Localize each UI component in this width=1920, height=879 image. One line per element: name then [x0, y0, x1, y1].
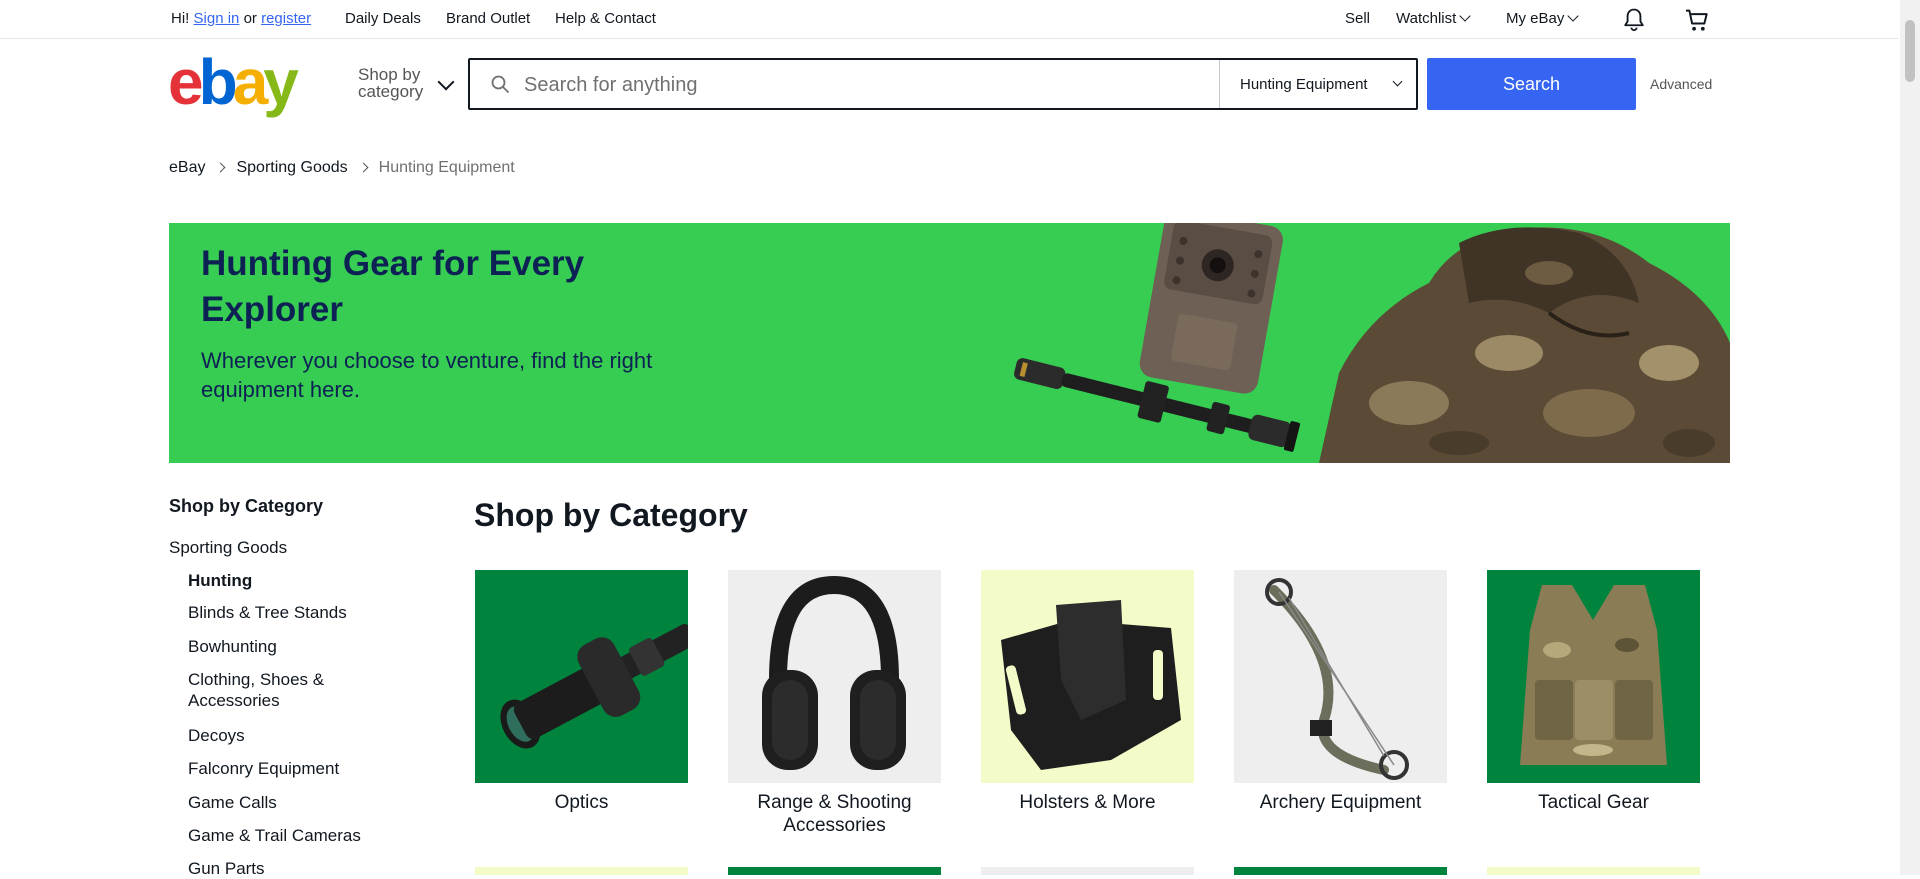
help-contact-link[interactable]: Help & Contact	[555, 10, 656, 27]
left-nav-item-gun-parts[interactable]: Gun Parts	[188, 858, 388, 879]
hero-image	[1014, 223, 1730, 463]
chevron-down-icon	[437, 73, 455, 91]
left-nav-item-blinds[interactable]: Blinds & Tree Stands	[188, 602, 388, 623]
chevron-right-icon	[358, 162, 369, 173]
tile-label: Range & Shooting Accessories	[757, 792, 912, 836]
left-nav-heading: Shop by Category	[169, 496, 324, 516]
compound-bow-icon	[1265, 578, 1409, 780]
search-input[interactable]	[522, 68, 1166, 102]
sell-link[interactable]: Sell	[1345, 10, 1370, 27]
shop-by-line2: category	[358, 82, 424, 101]
category-tile-next-row[interactable]	[1234, 867, 1447, 875]
left-nav-item-clothing[interactable]: Clothing, Shoes & Accessories	[188, 669, 388, 711]
my-ebay-label: My eBay	[1506, 10, 1565, 27]
watchlist-menu[interactable]: Watchlist	[1396, 10, 1471, 27]
logo-letter-e: e	[168, 52, 202, 118]
tile-image	[981, 570, 1194, 783]
register-link[interactable]: register	[261, 10, 311, 27]
camo-jacket-icon	[1319, 227, 1730, 463]
category-tile-holsters[interactable]: Holsters & More	[981, 570, 1194, 814]
breadcrumb-item-ebay[interactable]: eBay	[169, 159, 205, 176]
daily-deals-link[interactable]: Daily Deals	[345, 10, 421, 27]
tile-image	[728, 570, 941, 783]
greeting-or: or	[243, 10, 257, 27]
tile-label: Holsters & More	[1019, 792, 1156, 813]
search-icon	[491, 75, 509, 93]
advanced-search-link[interactable]: Advanced	[1650, 76, 1712, 92]
watchlist-label: Watchlist	[1396, 10, 1457, 27]
top-nav: Hi! Sign in or register Daily Deals Bran…	[0, 0, 1898, 39]
tile-image	[475, 570, 688, 783]
tile-label: Tactical Gear	[1538, 792, 1649, 813]
category-tile-next-row[interactable]	[1487, 867, 1700, 875]
category-tile-next-row[interactable]	[475, 867, 688, 875]
hero-title: Hunting Gear for Every Explorer	[201, 244, 585, 329]
left-nav-item-trail-cameras[interactable]: Game & Trail Cameras	[188, 825, 388, 846]
section-title: Shop by Category	[474, 497, 748, 533]
chevron-down-icon	[1459, 10, 1471, 22]
chevron-down-icon	[1567, 10, 1580, 22]
left-nav-parent-sporting-goods[interactable]: Sporting Goods	[169, 538, 287, 558]
earmuffs-icon	[762, 575, 906, 770]
category-select[interactable]: Hunting Equipment	[1219, 60, 1419, 108]
chevron-down-icon	[1392, 76, 1403, 87]
shop-by-category-button[interactable]: Shop by category	[358, 65, 455, 101]
category-tile-next-row[interactable]	[728, 867, 941, 875]
svg-text:ebay: ebay	[168, 52, 299, 118]
logo-letter-y: y	[263, 52, 299, 118]
category-tile-next-row[interactable]	[981, 867, 1194, 875]
rifle-scope-icon	[500, 624, 688, 749]
holster-icon	[1001, 600, 1181, 770]
logo-letter-b: b	[199, 52, 236, 118]
category-tile-range-shooting[interactable]: Range & Shooting Accessories	[728, 570, 941, 837]
search-bar: Hunting Equipment	[468, 58, 1418, 110]
category-tile-optics[interactable]: Optics	[475, 570, 688, 814]
breadcrumb: eBay Sporting Goods Hunting Equipment	[169, 159, 515, 177]
category-select-value: Hunting Equipment	[1240, 76, 1368, 93]
hero-banner[interactable]: Hunting Gear for Every Explorer Wherever…	[169, 223, 1730, 463]
left-nav-item-bowhunting[interactable]: Bowhunting	[188, 636, 388, 657]
left-nav-item-decoys[interactable]: Decoys	[188, 725, 388, 746]
left-nav-item-falconry[interactable]: Falconry Equipment	[188, 758, 388, 779]
breadcrumb-item-sporting-goods[interactable]: Sporting Goods	[236, 159, 347, 176]
shop-by-line1: Shop by	[358, 65, 421, 84]
tile-image	[1234, 570, 1447, 783]
left-nav-item-game-calls[interactable]: Game Calls	[188, 792, 388, 813]
my-ebay-menu[interactable]: My eBay	[1506, 10, 1580, 27]
search-button[interactable]: Search	[1427, 58, 1636, 110]
tactical-vest-icon	[1520, 585, 1667, 765]
category-tile-tactical[interactable]: Tactical Gear	[1487, 570, 1700, 814]
ebay-logo[interactable]: ebay	[168, 52, 318, 118]
scrollbar[interactable]	[1900, 0, 1920, 875]
tile-label: Archery Equipment	[1259, 792, 1422, 813]
greeting: Hi! Sign in or register	[171, 10, 311, 27]
breadcrumb-item-current: Hunting Equipment	[378, 159, 515, 176]
tile-label: Optics	[554, 792, 609, 813]
scrollbar-thumb[interactable]	[1905, 20, 1915, 82]
tile-image	[1487, 570, 1700, 783]
brand-outlet-link[interactable]: Brand Outlet	[446, 10, 530, 27]
greeting-prefix: Hi!	[171, 10, 190, 27]
trail-camera-icon	[1139, 223, 1283, 394]
sign-in-link[interactable]: Sign in	[194, 10, 240, 27]
cart-icon[interactable]	[1683, 6, 1711, 34]
chevron-right-icon	[216, 162, 226, 173]
bell-icon[interactable]	[1620, 6, 1648, 34]
hero-subtitle: Wherever you choose to venture, find the…	[201, 348, 653, 402]
left-nav-current-hunting: Hunting	[188, 571, 253, 590]
category-tile-archery[interactable]: Archery Equipment	[1234, 570, 1447, 814]
